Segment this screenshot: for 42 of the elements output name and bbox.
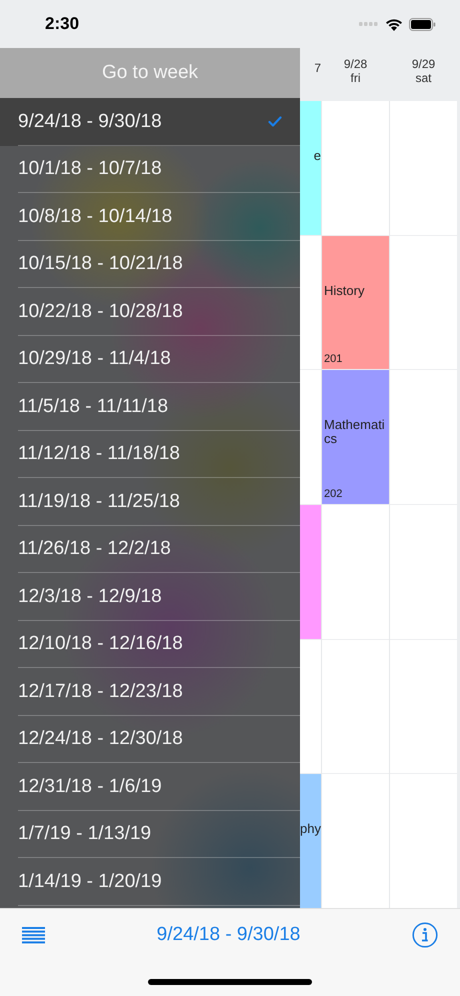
- room-number: 201: [324, 353, 344, 366]
- week-item[interactable]: 10/15/18 - 10/21/18: [0, 240, 300, 288]
- week-item[interactable]: 9/24/18 - 9/30/18: [0, 98, 300, 146]
- day-date: 9/28: [344, 56, 368, 70]
- day-date: 9/29: [412, 56, 436, 70]
- week-item[interactable]: 10/1/18 - 10/7/18: [0, 146, 300, 193]
- class-block[interactable]: e: [299, 101, 321, 235]
- week-item[interactable]: 10/8/18 - 10/14/18: [0, 193, 300, 240]
- class-title: Mathematics: [324, 418, 386, 446]
- week-item[interactable]: 11/5/18 - 11/11/18: [0, 383, 300, 430]
- week-title[interactable]: 9/24/18 - 9/30/18: [156, 924, 300, 946]
- class-block[interactable]: Mathematics 202: [322, 370, 389, 504]
- class-block[interactable]: [299, 505, 321, 639]
- week-item[interactable]: 12/17/18 - 12/23/18: [0, 668, 300, 716]
- status-time: 2:30: [45, 14, 80, 34]
- class-block[interactable]: phy: [299, 774, 321, 908]
- week-item[interactable]: 1/14/19 - 1/20/19: [0, 858, 300, 906]
- class-title: e: [314, 149, 321, 163]
- week-item[interactable]: 12/31/18 - 1/6/19: [0, 763, 300, 810]
- weekday-label: fri: [350, 70, 360, 84]
- week-item[interactable]: 11/12/18 - 11/18/18: [0, 430, 300, 478]
- class-title: phy: [300, 822, 321, 836]
- room-number: 202: [324, 488, 344, 500]
- class-block[interactable]: History 201: [322, 236, 389, 370]
- week-item[interactable]: 11/26/18 - 12/2/18: [0, 526, 300, 573]
- week-item[interactable]: 10/22/18 - 10/28/18: [0, 288, 300, 336]
- week-item[interactable]: 12/24/18 - 12/30/18: [0, 716, 300, 763]
- menu-button[interactable]: [22, 926, 45, 944]
- info-button[interactable]: [412, 922, 438, 948]
- week-item[interactable]: 11/19/18 - 11/25/18: [0, 478, 300, 526]
- wifi-icon: [385, 18, 403, 30]
- week-item[interactable]: 10/29/18 - 11/4/18: [0, 336, 300, 383]
- battery-icon: [409, 18, 436, 30]
- week-item[interactable]: 12/3/18 - 12/9/18: [0, 573, 300, 620]
- weekday-label: sat: [415, 70, 432, 84]
- checkmark-icon: [268, 116, 282, 128]
- day-date: 7: [314, 61, 321, 75]
- menu-title: Go to week: [0, 48, 300, 98]
- week-item[interactable]: 12/10/18 - 12/16/18: [0, 620, 300, 668]
- class-title: History: [324, 284, 366, 298]
- week-item[interactable]: 1/7/19 - 1/13/19: [0, 810, 300, 858]
- signal-icon: [359, 22, 379, 26]
